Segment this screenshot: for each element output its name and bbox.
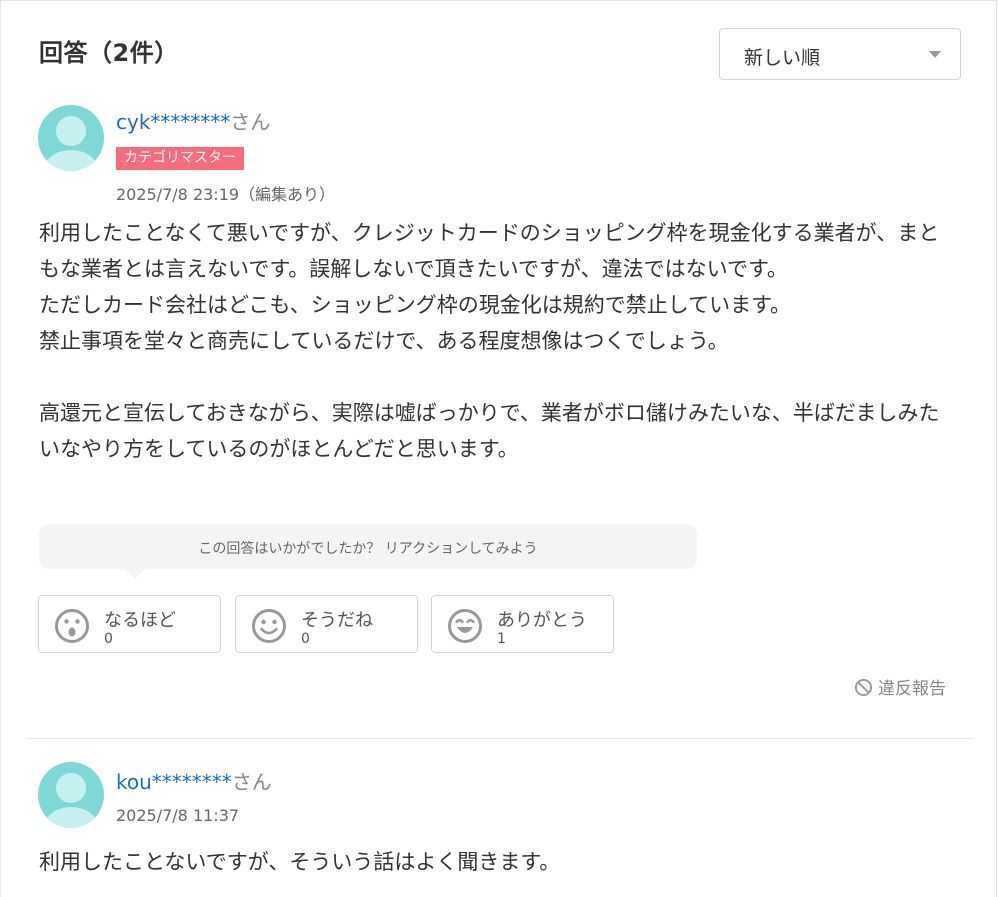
grin-face-icon [448, 609, 482, 643]
answer-divider [26, 738, 974, 739]
avatar[interactable] [38, 105, 104, 171]
user-line: kou********さん [116, 766, 272, 795]
answers-panel: 回答（2件） 新しい順 cyk********さん カテゴリマスター 2025/… [0, 0, 997, 897]
reaction-count: 1 [497, 631, 506, 647]
avatar-body-icon [44, 807, 98, 828]
reaction-label: なるほど [104, 610, 176, 631]
avatar-head-icon [56, 773, 86, 803]
answer-body: 利用したことないですが、そういう話はよく聞きます。 [39, 844, 959, 880]
answers-heading: 回答（2件） [39, 39, 179, 67]
reaction-count: 0 [301, 631, 310, 647]
reaction-button-naruhodo[interactable]: なるほど 0 [38, 595, 221, 653]
report-violation-link[interactable]: 違反報告 [854, 674, 946, 699]
reaction-button-soudane[interactable]: そうだね 0 [235, 595, 418, 653]
user-suffix: さん [231, 770, 272, 794]
reaction-prompt-bubble: この回答はいかがでしたか？ リアクションしてみよう [39, 524, 697, 579]
surprised-face-icon [55, 609, 89, 643]
sort-order-select[interactable]: 新しい順 [719, 28, 961, 80]
avatar-head-icon [56, 116, 86, 146]
answer-paragraph: 利用したことないですが、そういう話はよく聞きます。 [39, 850, 561, 874]
report-label: 違反報告 [878, 679, 946, 699]
user-name-link[interactable]: cyk******** [116, 110, 230, 134]
answer-paragraph: 利用したことなくて悪いですが、クレジットカードのショッピング枠を現金化する業者が… [39, 221, 940, 353]
user-suffix: さん [230, 110, 271, 134]
category-master-badge: カテゴリマスター [116, 147, 244, 170]
user-name-link[interactable]: kou******** [116, 770, 232, 794]
reaction-count: 0 [104, 631, 113, 647]
prohibited-icon [854, 678, 873, 697]
sort-order-value: 新しい順 [744, 47, 821, 69]
answer-paragraph: 高還元と宣伝しておきながら、実際は嘘ばっかりで、業者がボロ儲けみたいな、半ばだま… [39, 401, 940, 461]
reaction-button-arigatou[interactable]: ありがとう 1 [431, 595, 614, 653]
answer-timestamp: 2025/7/8 23:19（編集あり） [116, 185, 336, 204]
paragraph-spacer [39, 359, 959, 395]
avatar-body-icon [44, 150, 98, 171]
reaction-label: そうだね [301, 610, 373, 631]
smile-face-icon [252, 609, 286, 643]
user-line: cyk********さん [116, 106, 270, 135]
reaction-label: ありがとう [497, 610, 587, 631]
avatar[interactable] [38, 762, 104, 828]
bubble-tail [125, 569, 145, 579]
answer-timestamp: 2025/7/8 11:37 [116, 806, 240, 825]
answer-body: 利用したことなくて悪いですが、クレジットカードのショッピング枠を現金化する業者が… [39, 215, 959, 467]
caret-down-icon [929, 51, 941, 58]
reaction-prompt-text: この回答はいかがでしたか？ リアクションしてみよう [198, 541, 538, 557]
